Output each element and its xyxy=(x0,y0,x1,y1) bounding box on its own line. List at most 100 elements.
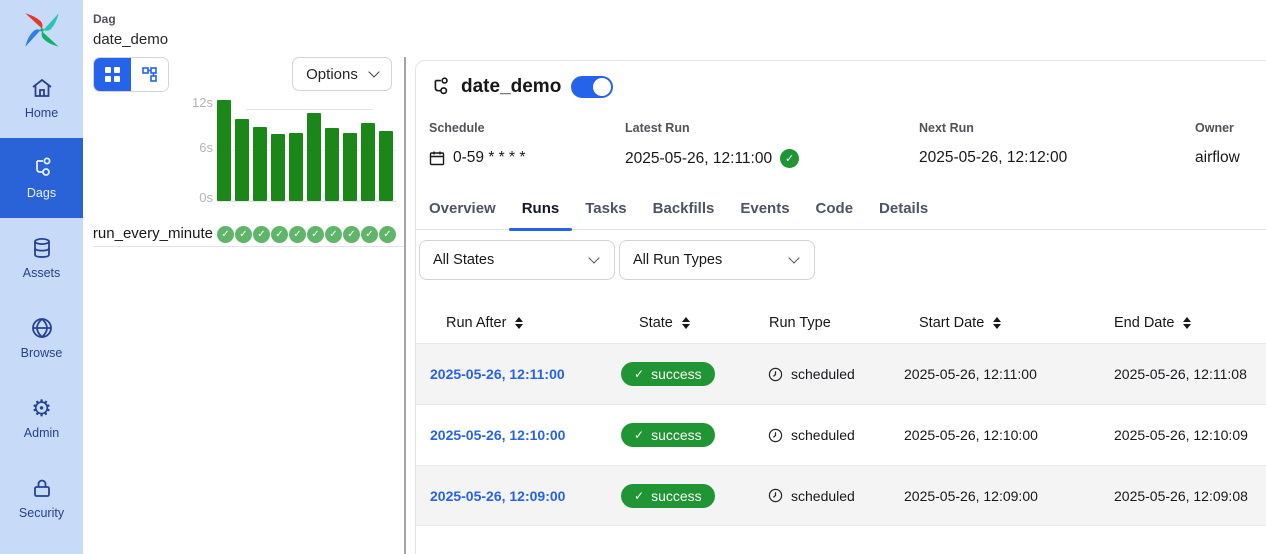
duration-bar[interactable] xyxy=(379,131,393,201)
breadcrumb-dag-name: date_demo xyxy=(93,31,405,48)
status-badge: ✓success xyxy=(621,362,715,386)
toggle-knob xyxy=(593,78,611,96)
task-status-row: run_every_minute ✓✓✓✓✓✓✓✓✓✓ xyxy=(93,225,405,247)
sidebar-nav: Home Dags Assets Browse ⚙ Admin Security xyxy=(0,58,83,538)
graph-view-button[interactable] xyxy=(131,58,168,91)
sidebar-item-admin[interactable]: ⚙ Admin xyxy=(0,378,83,458)
duration-bar[interactable] xyxy=(217,100,231,201)
tab-code[interactable]: Code xyxy=(803,200,867,229)
task-instance-status-icon[interactable]: ✓ xyxy=(253,226,270,243)
table-row: 2025-05-26, 12:11:00 ✓success scheduled … xyxy=(416,343,1266,404)
chevron-down-icon xyxy=(368,66,379,77)
tab-runs[interactable]: Runs xyxy=(509,200,573,229)
grid-icon xyxy=(104,66,121,83)
run-type-filter-value: All Run Types xyxy=(633,252,722,268)
duration-bar[interactable] xyxy=(235,119,249,201)
column-header-run-after[interactable]: Run After xyxy=(416,315,606,331)
assets-icon xyxy=(30,236,54,260)
clock-icon xyxy=(768,488,783,503)
sidebar-item-home[interactable]: Home xyxy=(0,58,83,138)
column-header-start-date[interactable]: Start Date xyxy=(891,315,1096,331)
field-label: Schedule xyxy=(429,121,625,135)
chevron-down-icon xyxy=(788,252,799,263)
tab-details[interactable]: Details xyxy=(866,200,941,229)
duration-bar[interactable] xyxy=(271,134,285,201)
home-icon xyxy=(30,76,54,100)
sidebar-item-dags[interactable]: Dags xyxy=(0,138,83,218)
run-type-value: scheduled xyxy=(791,488,855,504)
duration-bar[interactable] xyxy=(325,128,339,201)
sidebar-item-label: Security xyxy=(19,506,64,520)
task-instance-status-icon[interactable]: ✓ xyxy=(217,226,234,243)
tab-overview[interactable]: Overview xyxy=(416,200,509,229)
task-name-label[interactable]: run_every_minute xyxy=(93,225,213,242)
sort-icon[interactable] xyxy=(1183,317,1191,329)
sidebar-item-browse[interactable]: Browse xyxy=(0,298,83,378)
start-date-value: 2025-05-26, 12:09:00 xyxy=(891,488,1096,504)
sidebar-item-label: Admin xyxy=(24,426,59,440)
start-date-value: 2025-05-26, 12:11:00 xyxy=(891,366,1096,382)
state-filter-select[interactable]: All States xyxy=(419,240,615,280)
task-instance-status-icon[interactable]: ✓ xyxy=(343,226,360,243)
tab-events[interactable]: Events xyxy=(727,200,802,229)
status-badge: ✓success xyxy=(621,484,715,508)
run-duration-chart: 12s 6s 0s xyxy=(83,92,405,225)
dag-title-row: date_demo xyxy=(416,61,1266,98)
sort-icon[interactable] xyxy=(682,317,690,329)
column-header-end-date[interactable]: End Date xyxy=(1096,315,1266,331)
duration-bar[interactable] xyxy=(343,133,357,201)
table-row: 2025-05-26, 12:09:00 ✓success scheduled … xyxy=(416,465,1266,526)
task-instance-status-icon[interactable]: ✓ xyxy=(307,226,324,243)
duration-bar[interactable] xyxy=(289,133,303,201)
y-axis-tick: 6s xyxy=(199,140,213,155)
run-filters: All States All Run Types xyxy=(416,240,1266,280)
status-badge: ✓success xyxy=(621,423,715,447)
sort-icon[interactable] xyxy=(993,317,1001,329)
sidebar-item-assets[interactable]: Assets xyxy=(0,218,83,298)
dag-tabs: Overview Runs Tasks Backfills Events Cod… xyxy=(416,200,1266,230)
duration-bar[interactable] xyxy=(253,127,267,201)
next-run-value: 2025-05-26, 12:12:00 xyxy=(919,149,1067,167)
sidebar-item-security[interactable]: Security xyxy=(0,458,83,538)
run-after-link[interactable]: 2025-05-26, 12:10:00 xyxy=(430,427,565,443)
duration-bar[interactable] xyxy=(307,113,321,201)
column-header-state[interactable]: State xyxy=(606,315,756,331)
dag-left-panel: Dag date_demo Options 12s 6s 0s run_ever… xyxy=(83,0,405,554)
run-after-link[interactable]: 2025-05-26, 12:11:00 xyxy=(430,366,565,382)
chart-baseline xyxy=(217,201,397,202)
tab-tasks[interactable]: Tasks xyxy=(572,200,639,229)
check-icon: ✓ xyxy=(634,428,644,442)
security-lock-icon xyxy=(30,476,54,500)
chevron-down-icon xyxy=(588,252,599,263)
tab-backfills[interactable]: Backfills xyxy=(640,200,728,229)
panel-resize-splitter[interactable] xyxy=(404,57,406,554)
task-instance-status-icon[interactable]: ✓ xyxy=(289,226,306,243)
clock-icon xyxy=(768,367,783,382)
duration-bar[interactable] xyxy=(361,123,375,201)
task-instance-status-icon[interactable]: ✓ xyxy=(325,226,342,243)
dag-detail-card: date_demo Schedule 0-59 * * * * Latest R… xyxy=(415,60,1266,554)
task-instance-status-icon[interactable]: ✓ xyxy=(361,226,378,243)
end-date-value: 2025-05-26, 12:11:08 xyxy=(1096,366,1266,382)
dag-pause-toggle[interactable] xyxy=(571,76,613,98)
airflow-logo xyxy=(19,8,65,52)
run-after-link[interactable]: 2025-05-26, 12:09:00 xyxy=(430,488,565,504)
field-label: Next Run xyxy=(919,121,1195,135)
field-owner: Owner airflow xyxy=(1195,121,1266,168)
dag-title: date_demo xyxy=(461,76,561,98)
start-date-value: 2025-05-26, 12:10:00 xyxy=(891,427,1096,443)
dags-icon xyxy=(30,156,54,180)
sort-icon[interactable] xyxy=(515,317,523,329)
run-type-filter-select[interactable]: All Run Types xyxy=(619,240,815,280)
y-axis-tick: 0s xyxy=(199,190,213,205)
task-instance-status-icon[interactable]: ✓ xyxy=(235,226,252,243)
field-schedule: Schedule 0-59 * * * * xyxy=(429,121,625,168)
check-icon: ✓ xyxy=(634,367,644,381)
options-button[interactable]: Options xyxy=(292,57,392,91)
grid-view-button[interactable] xyxy=(94,58,131,91)
breadcrumb: Dag date_demo xyxy=(83,0,405,48)
task-instance-status-icon[interactable]: ✓ xyxy=(271,226,288,243)
task-instance-status-icon[interactable]: ✓ xyxy=(379,226,396,243)
dag-detail-main: date_demo Schedule 0-59 * * * * Latest R… xyxy=(405,0,1266,554)
latest-run-value[interactable]: 2025-05-26, 12:11:00 xyxy=(625,150,772,168)
